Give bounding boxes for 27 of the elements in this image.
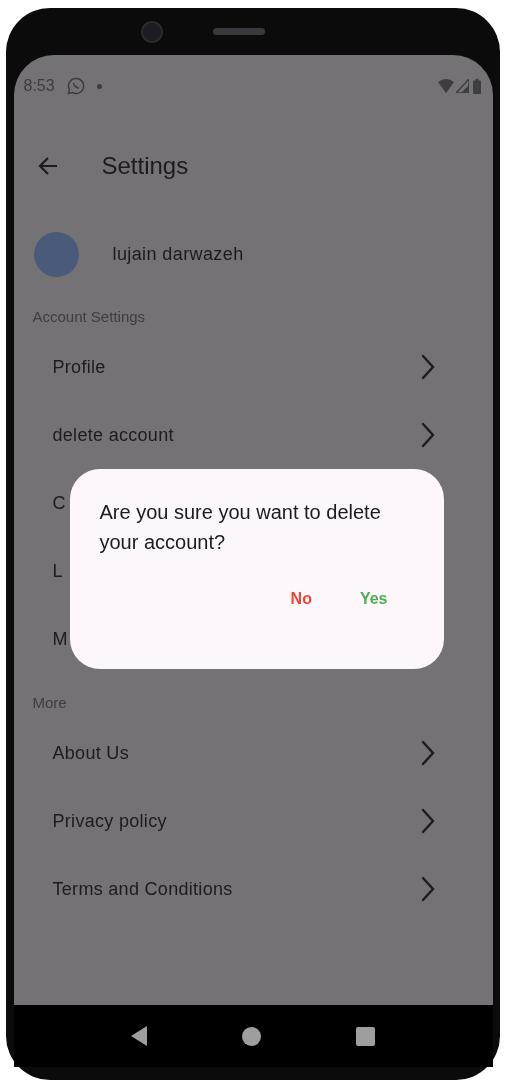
camera-icon [141,20,163,43]
signal-icon [455,79,469,93]
chat-icon [66,77,85,95]
settings-row[interactable]: L [52,560,63,582]
dialog-action-button[interactable]: No [286,585,316,613]
dialog-action-button[interactable]: Yes [355,585,392,613]
user-name: lujain darwazeh [112,242,244,266]
dialog-message: Are you sure you want to delete your account? [99,500,382,555]
wifi-icon [437,79,454,93]
chevron-right-icon [420,876,435,902]
chevron-right-icon [420,422,435,448]
settings-row[interactable]: C [52,492,66,514]
settings-row[interactable]: About Us [13,719,493,787]
settings-row[interactable]: Profile [13,333,493,401]
back-arrow-icon[interactable] [37,156,58,176]
settings-row[interactable]: Privacy policy [13,787,493,855]
chevron-right-icon [420,740,435,766]
battery-icon [472,78,481,94]
speaker-grille [213,28,265,35]
settings-row[interactable]: delete account [13,401,493,469]
chevron-right-icon [420,808,435,834]
recents-square-icon[interactable] [356,1026,375,1046]
settings-row[interactable]: M [52,628,68,650]
chevron-right-icon [420,354,435,380]
settings-row[interactable]: Terms and Conditions [13,855,493,923]
app-bar-title: Settings [101,151,189,181]
back-triangle-icon[interactable] [131,1026,147,1046]
